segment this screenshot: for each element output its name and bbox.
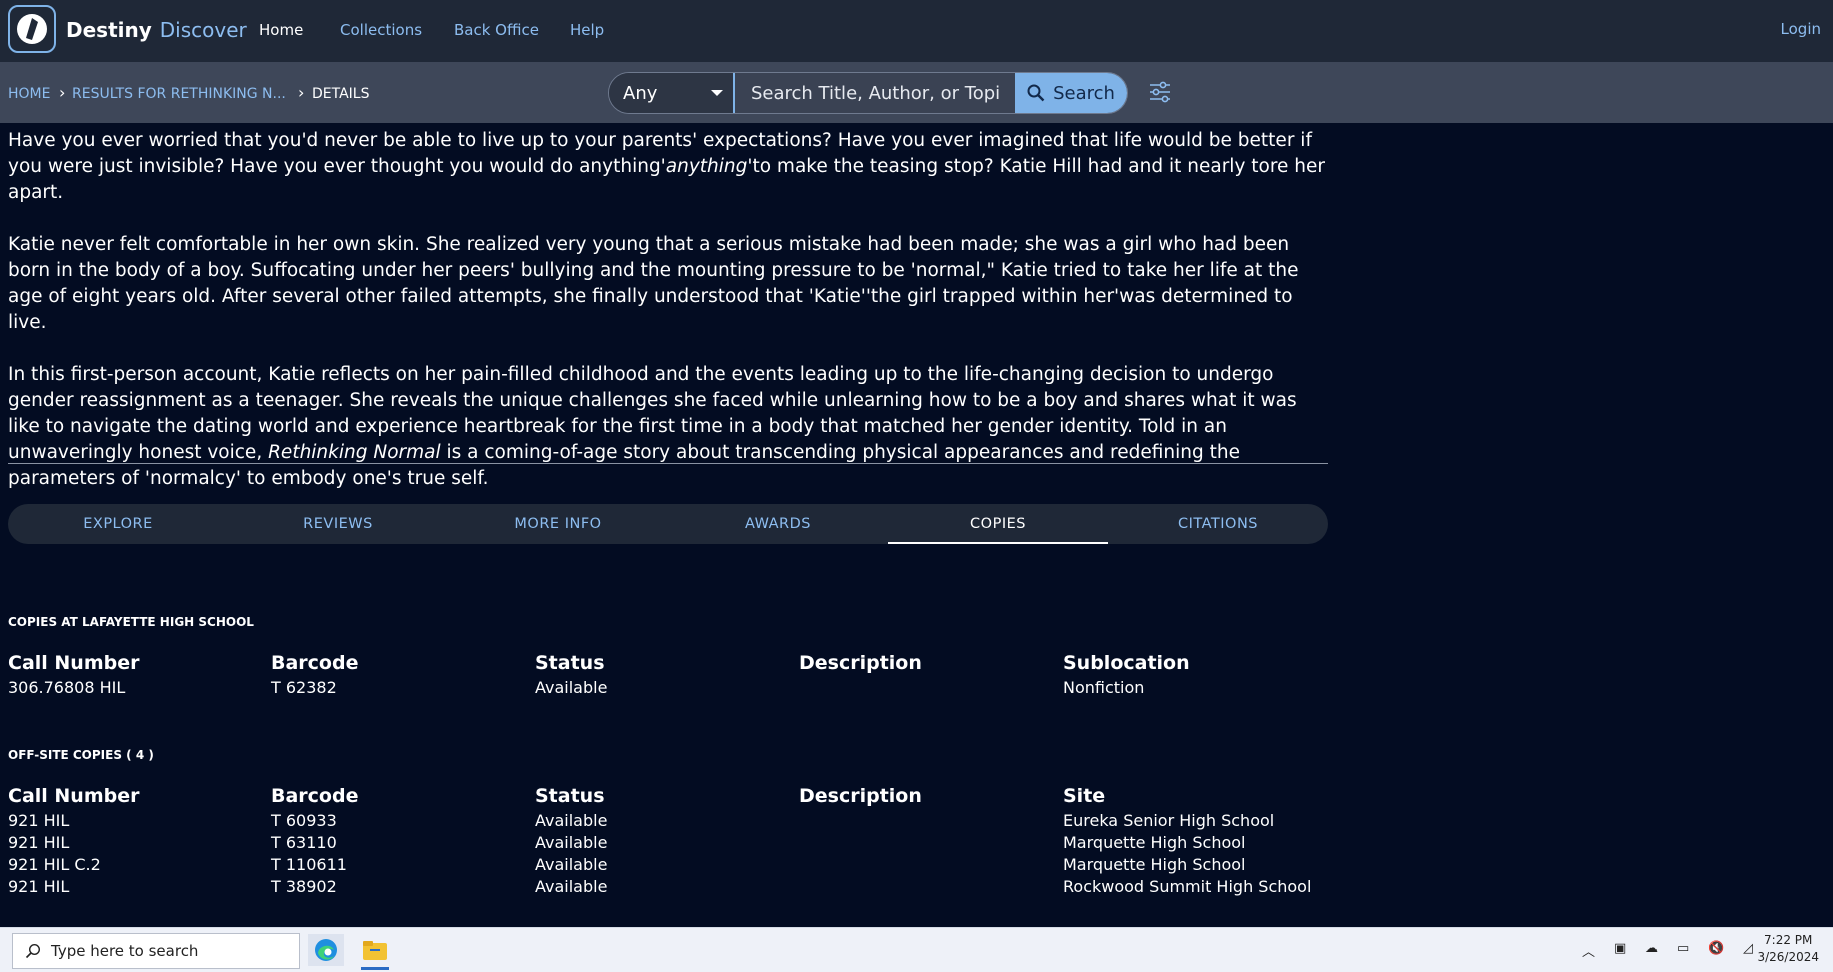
top-nav: Destiny Discover Home Collections Back Of… — [0, 0, 1833, 62]
brand-primary: Destiny — [66, 18, 152, 42]
site: Eureka Senior High School — [1063, 810, 1275, 830]
barcode: T 63110 — [271, 832, 337, 852]
breadcrumb-home[interactable]: HOME — [8, 86, 50, 102]
column-header: Call Number — [8, 652, 140, 674]
column-header: Sublocation — [1063, 652, 1190, 674]
table-row: 921 HIL C.2 T 110611 Available Marquette… — [8, 853, 1338, 875]
call-number: 921 HIL — [8, 832, 70, 852]
description-emphasis: anything — [665, 156, 748, 177]
onedrive-cloud-icon[interactable]: ☁ — [1645, 941, 1658, 956]
wifi-icon[interactable]: ◿ — [1743, 941, 1753, 956]
breadcrumb-details: DETAILS — [312, 86, 370, 102]
taskbar-search-placeholder: Type here to search — [51, 942, 199, 960]
column-header: Barcode — [271, 785, 359, 807]
site: Marquette High School — [1063, 832, 1246, 852]
column-header: Description — [799, 652, 922, 674]
clock-date: 3/26/2024 — [1757, 950, 1819, 964]
os-taskbar: Type here to search ︿ ▣ ☁ ▭ 🔇 ◿ 7:22 PM … — [0, 927, 1833, 972]
tab-more-info[interactable]: MORE INFO — [448, 504, 668, 544]
column-header: Barcode — [271, 652, 359, 674]
nav-home[interactable]: Home — [259, 21, 303, 39]
breadcrumb-chevron-icon: › — [59, 83, 66, 102]
description-title-emphasis: Rethinking Normal — [268, 442, 441, 463]
breadcrumb-chevron-icon: › — [298, 83, 305, 102]
column-header: Status — [535, 652, 605, 674]
clock-time: 7:22 PM — [1764, 933, 1813, 947]
local-copies-table: Call Number Barcode Status Description S… — [8, 650, 1338, 698]
table-header-row: Call Number Barcode Status Description S… — [8, 650, 1338, 676]
barcode: T 110611 — [271, 854, 347, 874]
table-row: 921 HIL T 60933 Available Eureka Senior … — [8, 809, 1338, 831]
active-app-indicator — [361, 967, 389, 970]
search-icon — [1027, 84, 1045, 102]
column-header: Description — [799, 785, 922, 807]
barcode: T 38902 — [271, 876, 337, 896]
site: Marquette High School — [1063, 854, 1246, 874]
search-scope-value: Any — [623, 82, 658, 104]
tab-reviews[interactable]: REVIEWS — [228, 504, 448, 544]
table-row: 921 HIL T 38902 Available Rockwood Summi… — [8, 875, 1338, 897]
tab-copies[interactable]: COPIES — [888, 504, 1108, 544]
barcode: T 60933 — [271, 810, 337, 830]
show-hidden-icons-chevron-icon[interactable]: ︿ — [1582, 941, 1595, 960]
sublocation: Nonfiction — [1063, 677, 1145, 697]
search-button[interactable]: Search — [1015, 73, 1127, 113]
barcode: T 62382 — [271, 677, 337, 697]
section-divider — [8, 463, 1328, 464]
tab-awards[interactable]: AWARDS — [668, 504, 888, 544]
description-paragraph: In this first-person account, Katie refl… — [8, 362, 1333, 492]
brand-secondary: Discover — [159, 18, 247, 42]
status: Available — [535, 677, 608, 697]
caret-down-icon — [711, 90, 723, 96]
status: Available — [535, 832, 608, 852]
search-button-label: Search — [1053, 82, 1115, 104]
table-row: 306.76808 HIL T 62382 Available Nonficti… — [8, 676, 1338, 698]
table-row: 921 HIL T 63110 Available Marquette High… — [8, 831, 1338, 853]
details-tabs: EXPLORE REVIEWS MORE INFO AWARDS COPIES … — [8, 504, 1328, 544]
search-bar-region: HOME › RESULTS FOR RETHINKING N... › DET… — [0, 62, 1833, 123]
offsite-copies-heading: OFF-SITE COPIES ( 4 ) — [8, 748, 154, 762]
breadcrumb-results[interactable]: RESULTS FOR RETHINKING N... — [72, 86, 286, 102]
brand-title[interactable]: Destiny Discover — [66, 18, 247, 42]
search-input[interactable] — [733, 73, 1015, 113]
description-paragraph: Have you ever worried that you'd never b… — [8, 128, 1333, 206]
column-header: Call Number — [8, 785, 140, 807]
tab-citations[interactable]: CITATIONS — [1108, 504, 1328, 544]
battery-icon[interactable]: ▭ — [1677, 941, 1689, 956]
file-explorer-icon[interactable] — [357, 934, 393, 970]
search-icon — [25, 943, 41, 959]
tab-explore[interactable]: EXPLORE — [8, 504, 228, 544]
edge-browser-icon[interactable] — [308, 934, 344, 966]
call-number: 306.76808 HIL — [8, 677, 126, 697]
description-paragraph: Katie never felt comfortable in her own … — [8, 234, 1299, 333]
status: Available — [535, 810, 608, 830]
column-header: Site — [1063, 785, 1106, 807]
book-description: Have you ever worried that you'd never b… — [8, 128, 1333, 518]
call-number: 921 HIL — [8, 876, 70, 896]
call-number: 921 HIL C.2 — [8, 854, 101, 874]
nav-collections[interactable]: Collections — [340, 21, 422, 39]
local-copies-heading: COPIES AT LAFAYETTE HIGH SCHOOL — [8, 615, 254, 629]
column-header: Status — [535, 785, 605, 807]
call-number: 921 HIL — [8, 810, 70, 830]
filter-sliders-icon[interactable] — [1148, 80, 1172, 104]
meet-now-icon[interactable]: ▣ — [1614, 941, 1626, 956]
taskbar-clock[interactable]: 7:22 PM 3/26/2024 — [1757, 932, 1819, 966]
destiny-logo-icon[interactable] — [8, 5, 56, 53]
site: Rockwood Summit High School — [1063, 876, 1312, 896]
search-box: Any Search — [608, 72, 1128, 114]
login-link[interactable]: Login — [1781, 20, 1821, 38]
table-header-row: Call Number Barcode Status Description S… — [8, 783, 1338, 809]
offsite-copies-table: Call Number Barcode Status Description S… — [8, 783, 1338, 897]
status: Available — [535, 876, 608, 896]
status: Available — [535, 854, 608, 874]
nav-help[interactable]: Help — [570, 21, 604, 39]
taskbar-search[interactable]: Type here to search — [12, 933, 300, 969]
volume-muted-icon[interactable]: 🔇 — [1708, 941, 1724, 956]
search-scope-select[interactable]: Any — [609, 73, 733, 113]
nav-back-office[interactable]: Back Office — [454, 21, 539, 39]
